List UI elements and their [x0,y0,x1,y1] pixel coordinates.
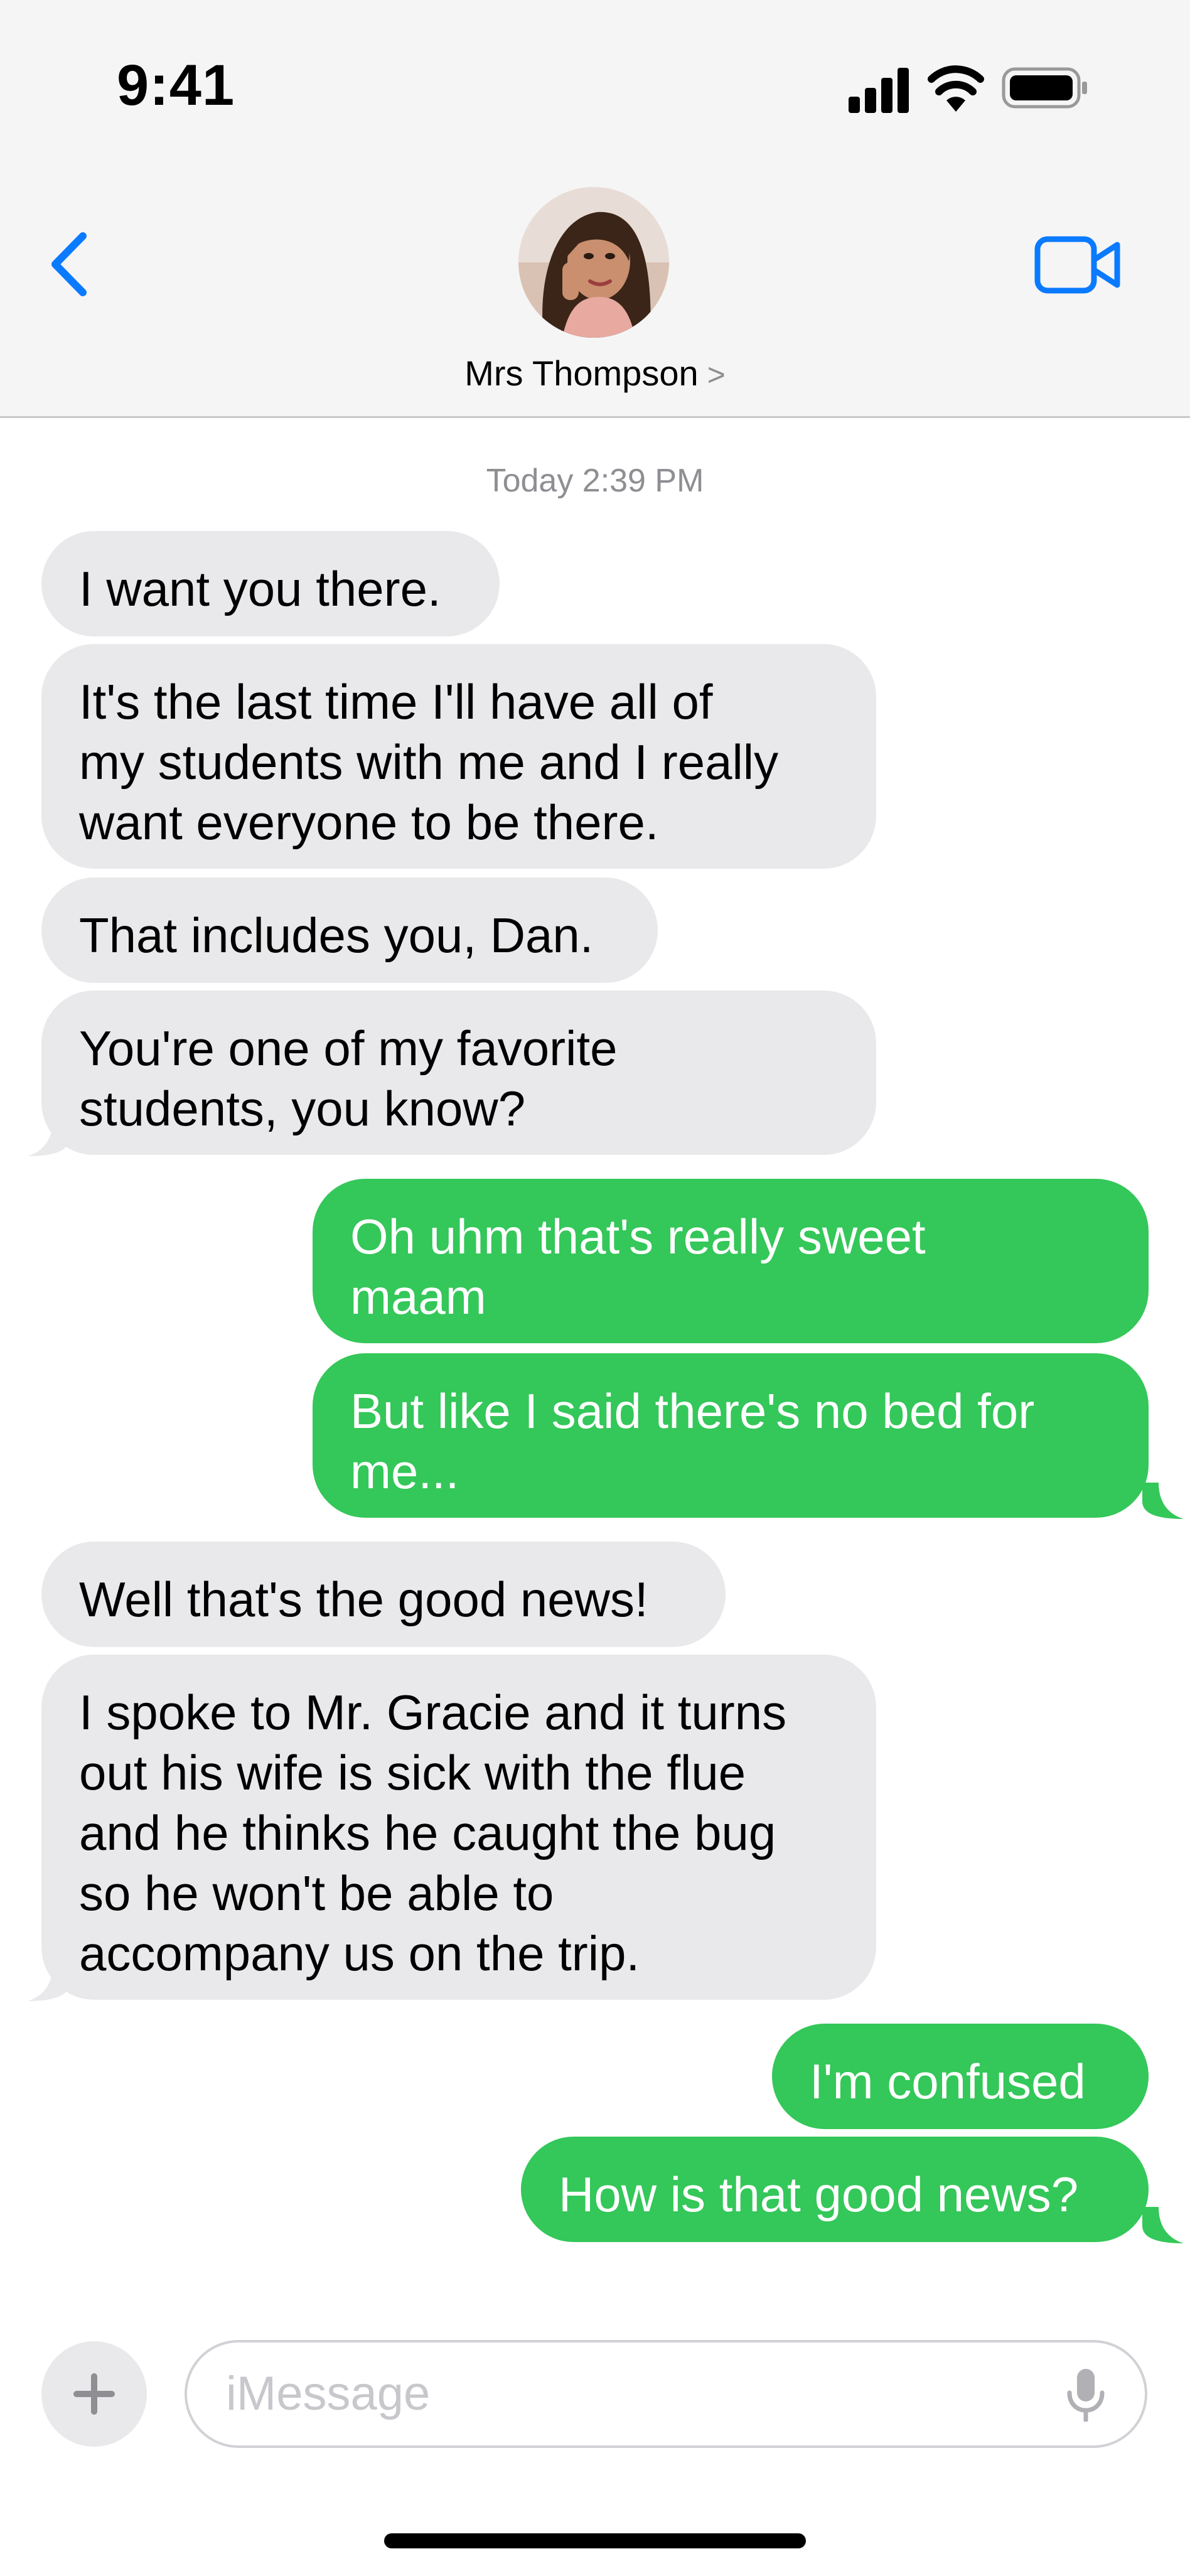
incoming-bubble-tail [28,1120,69,1156]
add-attachment-button[interactable] [41,2341,147,2447]
outgoing-bubble-tail [1142,1483,1184,1519]
message-line: How is that good news? [559,2167,1079,2222]
message-line: Well that's the good news! [79,1572,648,1627]
message-line: so he won't be able to [79,1865,554,1921]
plus-icon [73,2373,115,2415]
message-line: It's the last time I'll have all of [79,674,713,729]
home-indicator [384,2533,806,2548]
outgoing-bubble-tail [1142,2207,1184,2243]
cellular-signal-icon [849,68,909,113]
microphone-icon[interactable] [1066,2369,1106,2422]
incoming-message[interactable]: Well that's the good news! [41,1542,726,1647]
messages-screen: 9:41 Mrs Thompson > Today 2:39 PM I want… [0,0,1190,2576]
message-line: and he thinks he caught the bug [79,1805,776,1860]
status-time: 9:41 [117,53,235,117]
conversation-header: 9:41 Mrs Thompson > [0,0,1190,418]
message-line: I'm confused [810,2054,1086,2109]
outgoing-message[interactable]: But like I said there's no bed for me... [313,1353,1149,1518]
imessage-placeholder: iMessage [226,2367,431,2420]
wifi-icon [928,65,984,112]
outgoing-message[interactable]: Oh uhm that's really sweet maam [313,1179,1149,1343]
message-line: You're one of my favorite [79,1021,618,1076]
avatar-photo-icon [518,187,669,338]
message-line: maam [350,1269,486,1324]
incoming-message[interactable]: I spoke to Mr. Gracie and it turns out h… [41,1655,876,2000]
incoming-message[interactable]: I want you there. [41,531,500,636]
message-line: me... [350,1444,459,1499]
message-line: But like I said there's no bed for [350,1383,1035,1439]
message-line: students, you know? [79,1081,526,1136]
incoming-bubble-tail [28,1965,69,2001]
incoming-message[interactable]: You're one of my favorite students, you … [41,990,876,1155]
message-line: I spoke to Mr. Gracie and it turns [79,1685,787,1740]
contact-chevron-icon: > [707,357,726,392]
imessage-input[interactable]: iMessage [185,2340,1147,2448]
message-line: want everyone to be there. [79,795,659,850]
contact-name: Mrs Thompson [464,353,699,393]
back-chevron-icon[interactable] [45,230,93,299]
message-line: I want you there. [79,561,441,616]
outgoing-message[interactable]: How is that good news? [521,2137,1149,2242]
message-line: out his wife is sick with the flue [79,1745,746,1800]
conversation-timestamp: Today 2:39 PM [486,463,704,499]
message-line: Oh uhm that's really sweet [350,1209,926,1264]
message-line: That includes you, Dan. [79,908,594,963]
message-line: accompany us on the trip. [79,1926,640,1981]
message-line: my students with me and I really [79,734,779,790]
contact-name-button[interactable]: Mrs Thompson > [0,353,1190,394]
battery-icon [1002,67,1087,109]
video-camera-icon[interactable] [1034,236,1122,294]
outgoing-message[interactable]: I'm confused [772,2024,1149,2129]
contact-avatar[interactable] [518,187,669,338]
incoming-message[interactable]: It's the last time I'll have all of my s… [41,644,876,869]
incoming-message[interactable]: That includes you, Dan. [41,877,658,983]
